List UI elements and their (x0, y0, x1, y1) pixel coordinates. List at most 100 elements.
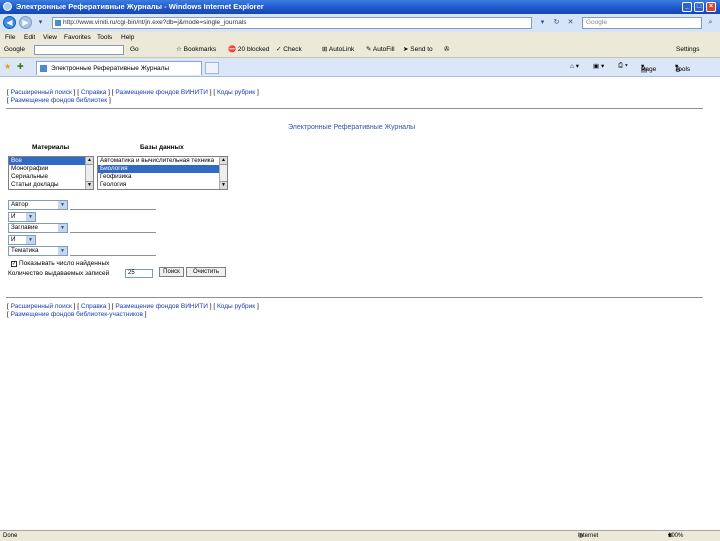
tools-menu-label: Tools (675, 66, 691, 73)
stop-icon[interactable]: ✕ (566, 18, 575, 27)
menu-bar: File Edit View Favorites Tools Help (0, 32, 720, 43)
database-option[interactable]: Геология (98, 181, 227, 189)
link-library-holdings[interactable]: Размещение фондов библиотек (11, 97, 108, 104)
menu-tools[interactable]: Tools (97, 32, 112, 43)
materials-listbox[interactable]: Все Монографии Сериальные Статьи доклады… (8, 156, 94, 190)
search-input[interactable]: Google (582, 17, 702, 29)
menu-edit[interactable]: Edit (24, 32, 35, 43)
print-icon[interactable]: ⎙ ▾ (618, 62, 628, 70)
link-rubric-codes[interactable]: Коды рубрик (217, 89, 255, 96)
search-icon[interactable]: ⌕ (706, 18, 715, 27)
chevron-down-icon: ▼ (58, 247, 67, 255)
popup-blocker-button[interactable]: ⛔ 20 blocked (228, 43, 269, 57)
link-advanced-search[interactable]: Расширенный поиск (11, 89, 72, 96)
internet-explorer-icon (3, 2, 12, 11)
field3-select[interactable]: Тематика ▼ (8, 246, 68, 256)
check-icon: ✓ (276, 46, 282, 53)
field2-value: Заглавие (11, 224, 39, 231)
autolink-icon: ⊞ (322, 46, 328, 53)
scroll-down-icon[interactable]: ▼ (86, 181, 93, 189)
menu-favorites[interactable]: Favorites (64, 32, 91, 43)
go-button[interactable]: Go (130, 43, 139, 57)
page-title: Электронные Реферативные Журналы (288, 124, 416, 131)
send-to-button[interactable]: ➤ Send to (403, 43, 433, 57)
refresh-icon[interactable]: ↻ (552, 18, 561, 27)
materials-option[interactable]: Все (9, 157, 93, 165)
database-option[interactable]: Биология (98, 165, 227, 173)
window-title-bar: Электронные Реферативные Журналы - Windo… (0, 0, 720, 14)
materials-option[interactable]: Сериальные (9, 173, 93, 181)
databases-scrollbar[interactable]: ▲ ▼ (219, 157, 227, 189)
url-input[interactable]: http://www.viniti.ru/cgi-bin/nt/jn.exe?d… (52, 17, 532, 29)
home-icon[interactable]: ⌂ ▾ (570, 62, 579, 70)
scroll-up-icon[interactable]: ▲ (220, 157, 227, 165)
wrench-icon[interactable]: ✇ (444, 43, 449, 57)
materials-option[interactable]: Статьи доклады (9, 181, 93, 189)
blocked-label: 20 blocked (237, 46, 270, 53)
divider (6, 297, 703, 298)
menu-view[interactable]: View (43, 32, 57, 43)
link-library-holdings-bottom[interactable]: Размещение фондов библиотек-участников (11, 311, 143, 318)
status-bar: Done ◍ Internet ⊕ 100% ▾ (0, 530, 720, 541)
back-button[interactable]: ◀ (3, 16, 16, 29)
autofill-label: AutoFill (372, 46, 395, 53)
google-toolbar: Google Go ☆ Bookmarks ⛔ 20 blocked ✓ Che… (0, 43, 720, 58)
databases-label: Базы данных (140, 144, 184, 151)
minimize-button[interactable]: _ (682, 2, 692, 12)
show-results-checkbox[interactable]: ✓ (11, 261, 17, 267)
link-viniti-holdings[interactable]: Размещение фондов ВИНИТИ (115, 89, 208, 96)
field1-select[interactable]: Автор ▼ (8, 200, 68, 210)
settings-button[interactable]: Settings (676, 43, 700, 57)
link-viniti-holdings-bottom[interactable]: Размещение фондов ВИНИТИ (115, 303, 208, 310)
field2-select[interactable]: Заглавие ▼ (8, 223, 68, 233)
link-help-bottom[interactable]: Справка (81, 303, 107, 310)
forward-button[interactable]: ▶ (19, 16, 32, 29)
materials-scrollbar[interactable]: ▲ ▼ (85, 157, 93, 189)
history-dropdown-icon[interactable]: ▾ (36, 18, 45, 27)
close-button[interactable]: × (706, 2, 716, 12)
autofill-icon: ✎ (366, 46, 372, 53)
maximize-button[interactable]: □ (694, 2, 704, 12)
autofill-button[interactable]: ✎ AutoFill (366, 43, 395, 57)
database-option[interactable]: Автоматика и вычислительная техника (98, 157, 227, 165)
menu-help[interactable]: Help (121, 32, 134, 43)
search-button[interactable]: Поиск (159, 267, 184, 277)
page-menu[interactable]: ▤ Page ▾ (641, 62, 656, 74)
link-rubric-codes-bottom[interactable]: Коды рубрик (217, 303, 255, 310)
autolink-button[interactable]: ⊞ AutoLink (322, 43, 354, 57)
menu-file[interactable]: File (5, 32, 15, 43)
field2-input[interactable] (70, 232, 156, 233)
field1-input[interactable] (70, 209, 156, 210)
databases-listbox[interactable]: Автоматика и вычислительная техника Биол… (97, 156, 228, 190)
scroll-up-icon[interactable]: ▲ (86, 157, 93, 165)
link-help[interactable]: Справка (81, 89, 107, 96)
records-label: Количество выдаваемых записей (8, 270, 110, 277)
records-input[interactable]: 25 (125, 269, 153, 278)
bottom-nav-row-2: [ Размещение фондов библиотек-участников… (7, 311, 147, 318)
add-favorite-icon[interactable]: ✚ (17, 62, 24, 71)
materials-option[interactable]: Монографии (9, 165, 93, 173)
top-nav-row-1: [ Расширенный поиск ] [ Справка ] [ Разм… (7, 89, 259, 96)
link-advanced-search-bottom[interactable]: Расширенный поиск (11, 303, 72, 310)
field3-input[interactable] (70, 255, 156, 256)
bookmarks-button[interactable]: ☆ Bookmarks (176, 43, 216, 57)
feeds-icon[interactable]: ▣ ▾ (593, 62, 604, 70)
materials-label: Материалы (32, 144, 70, 151)
op2-select[interactable]: И ▼ (8, 235, 36, 245)
spellcheck-button[interactable]: ✓ Check (276, 43, 302, 57)
op1-select[interactable]: И ▼ (8, 212, 36, 222)
google-search-input[interactable] (34, 45, 124, 55)
chevron-down-icon: ▼ (26, 236, 35, 244)
scroll-down-icon[interactable]: ▼ (220, 181, 227, 189)
reset-button[interactable]: Очистить (186, 267, 226, 277)
tools-menu[interactable]: ⚙ Tools ▾ (675, 62, 690, 74)
address-dropdown-icon[interactable]: ▾ (538, 18, 547, 27)
database-option[interactable]: Геофизика (98, 173, 227, 181)
show-results-label: Показывать число найденных (19, 260, 110, 267)
favorites-star-icon[interactable]: ★ (4, 62, 11, 71)
google-label: Google (4, 46, 25, 53)
tab-current[interactable]: Электронные Реферативные Журналы (36, 61, 202, 75)
new-tab-button[interactable] (205, 62, 219, 74)
send-to-label: Send to (410, 46, 433, 53)
chevron-down-icon: ▼ (58, 201, 67, 209)
